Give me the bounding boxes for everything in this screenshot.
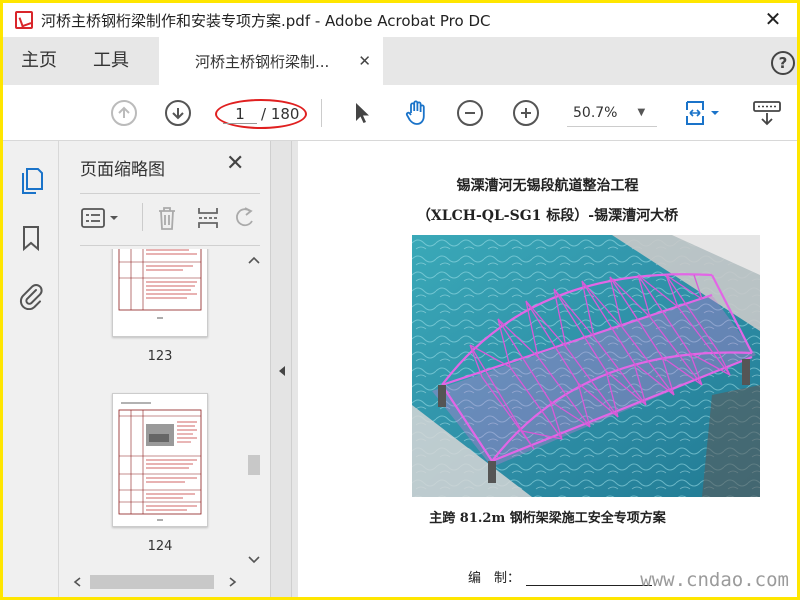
pdf-page: 锡溧漕河无锡段航道整治工程 （XLCH-QL-SG1 标段）-锡溧漕河大桥 主跨… — [298, 141, 797, 597]
zoom-value: 50.7% — [573, 104, 618, 121]
zoom-out-button[interactable] — [455, 85, 485, 141]
thumbnail-horizontal-scrollbar[interactable] — [70, 571, 240, 593]
collapse-arrow-icon[interactable] — [277, 365, 287, 377]
hand-tool-icon — [405, 100, 425, 125]
select-tool-button[interactable] — [347, 85, 377, 141]
tab-home[interactable]: 主页 — [3, 37, 75, 85]
thumbnail-list: 123 124 — [60, 249, 242, 571]
close-panel-icon[interactable]: ✕ — [226, 151, 244, 176]
page-thumbnail[interactable] — [112, 393, 208, 527]
hand-tool-button[interactable] — [401, 85, 433, 141]
close-tab-icon[interactable]: ✕ — [358, 52, 371, 70]
attachments-button[interactable] — [17, 281, 45, 311]
next-page-button[interactable] — [163, 85, 193, 141]
rotate-icon — [236, 207, 253, 227]
page-total: / 180 — [261, 105, 300, 123]
select-arrow-icon — [356, 103, 369, 123]
thumbnail-vertical-scrollbar[interactable] — [244, 249, 264, 571]
panel-splitter[interactable] — [270, 141, 292, 597]
fit-page-button[interactable] — [679, 85, 727, 141]
panel-tools — [80, 203, 260, 233]
document-title: 锡溧漕河无锡段航道整治工程 — [456, 178, 639, 194]
acrobat-logo-icon — [15, 11, 33, 29]
signature-label: 编 制： — [468, 571, 521, 586]
trash-icon — [159, 207, 175, 230]
watermark-text: www.cndao.com — [640, 569, 789, 591]
insert-page-icon — [198, 208, 218, 228]
panel-divider — [80, 193, 260, 194]
attachment-icon — [19, 284, 43, 310]
zoom-out-icon — [457, 100, 483, 126]
options-menu-icon — [81, 208, 118, 228]
prev-page-button[interactable] — [109, 85, 139, 141]
page-number-box: / 180 — [215, 99, 307, 129]
document-subtitle: （XLCH-QL-SG1 标段）-锡溧漕河大桥 — [416, 208, 679, 224]
insert-page-button[interactable] — [196, 205, 220, 235]
document-tab-label: 河桥主桥钢桁梁制... — [195, 52, 330, 71]
tab-document[interactable]: 河桥主桥钢桁梁制... ✕ — [159, 37, 383, 85]
panel-title: 页面缩略图 — [80, 160, 165, 180]
signature-field: 编 制： — [468, 567, 653, 586]
thumbnails-panel: 页面缩略图 ✕ 123 124 — [60, 141, 270, 597]
acrobat-window: 河桥主桥钢桁梁制作和安装专项方案.pdf - Adobe Acrobat Pro… — [3, 3, 797, 597]
signature-line — [526, 585, 653, 586]
prev-page-icon — [111, 100, 137, 126]
tab-tools[interactable]: 工具 — [75, 37, 147, 85]
tools-divider — [142, 203, 143, 231]
panel-divider — [80, 245, 260, 246]
delete-page-button[interactable] — [156, 205, 178, 235]
keyboard-scroll-button[interactable] — [747, 85, 787, 141]
window-title: 河桥主桥钢桁梁制作和安装专项方案.pdf - Adobe Acrobat Pro… — [41, 11, 491, 30]
thumbnail-page-number: 123 — [147, 349, 173, 364]
thumbnail-page-number: 124 — [147, 539, 173, 554]
title-bar: 河桥主桥钢桁梁制作和安装专项方案.pdf - Adobe Acrobat Pro… — [3, 3, 797, 37]
rotate-page-button[interactable] — [234, 205, 256, 235]
navigation-rail — [3, 141, 59, 597]
window-close-button[interactable]: ✕ — [763, 9, 783, 29]
page-thumbnails-button[interactable] — [17, 165, 45, 195]
keyboard-scroll-icon — [753, 101, 781, 126]
help-icon[interactable]: ? — [771, 51, 795, 75]
page-number-input[interactable] — [223, 104, 257, 124]
chevron-down-icon: ▼ — [637, 107, 646, 118]
page-thumbnail[interactable] — [112, 249, 208, 337]
thumbnail-content — [118, 402, 202, 521]
bookmark-icon — [23, 226, 39, 252]
fit-page-icon — [686, 101, 719, 125]
toolbar: / 180 50.7% ▼ — [3, 85, 797, 141]
document-heading: 主跨 81.2m 钢桁架梁施工安全专项方案 — [429, 511, 666, 526]
thumbnail-options-button[interactable] — [80, 207, 122, 233]
bridge-rendering-image — [412, 235, 760, 497]
pages-icon — [22, 168, 43, 194]
toolbar-divider — [321, 99, 322, 127]
bookmarks-button[interactable] — [17, 223, 45, 253]
tab-bar: 主页 工具 河桥主桥钢桁梁制... ✕ ? — [3, 37, 797, 85]
next-page-icon — [165, 100, 191, 126]
zoom-select[interactable]: 50.7% ▼ — [567, 99, 657, 127]
zoom-in-icon — [513, 100, 539, 126]
thumbnail-content — [118, 249, 202, 319]
zoom-in-button[interactable] — [511, 85, 541, 141]
document-view[interactable]: 锡溧漕河无锡段航道整治工程 （XLCH-QL-SG1 标段）-锡溧漕河大桥 主跨… — [292, 141, 797, 597]
